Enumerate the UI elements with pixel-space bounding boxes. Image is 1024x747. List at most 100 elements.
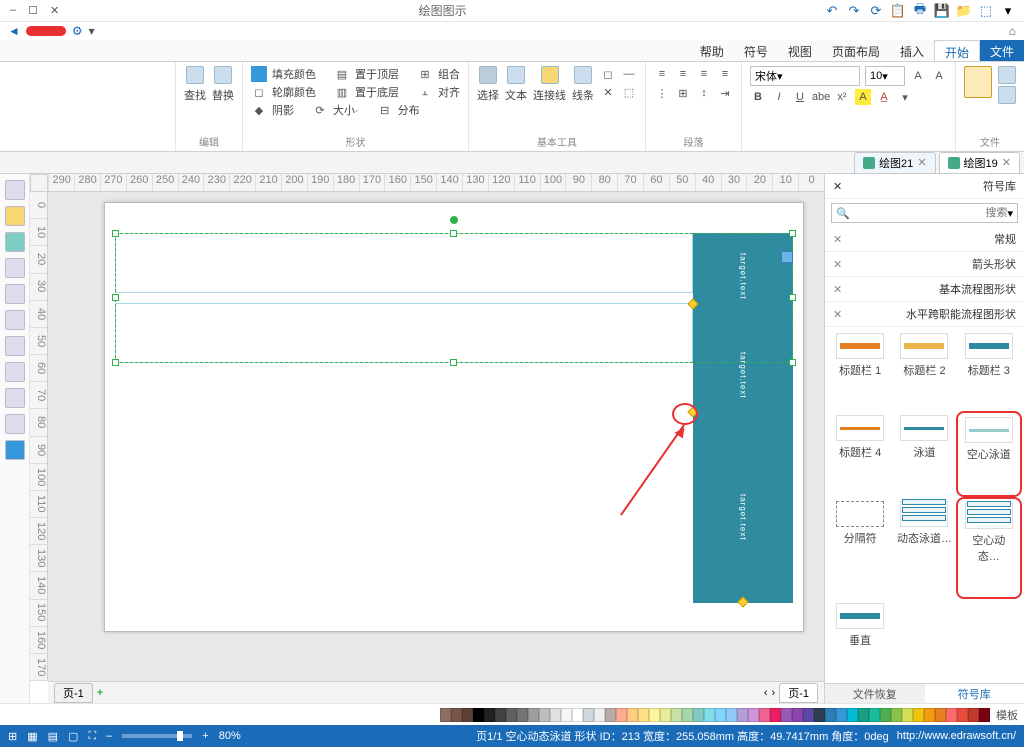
indent[interactable]: ⇥ xyxy=(717,85,733,101)
color-swatch[interactable] xyxy=(759,708,770,722)
color-swatch[interactable] xyxy=(792,708,803,722)
qat-refresh[interactable]: ⟳ xyxy=(868,3,884,19)
handle-tm[interactable] xyxy=(450,230,457,237)
shape-item[interactable]: 标题栏 1 xyxy=(831,333,889,407)
color-swatch[interactable] xyxy=(913,708,924,722)
dropdown-icon[interactable]: ▾ xyxy=(89,24,95,38)
align-l[interactable]: ≡ xyxy=(654,66,670,82)
color-swatch[interactable] xyxy=(770,708,781,722)
color-swatch[interactable] xyxy=(858,708,869,722)
shape2[interactable]: — xyxy=(621,66,637,82)
tool-1[interactable] xyxy=(5,180,25,200)
color-swatch[interactable] xyxy=(561,708,572,722)
fill-icon[interactable] xyxy=(251,66,267,82)
shape4[interactable]: ⬚ xyxy=(621,84,637,100)
tab-symbol[interactable]: 符号 xyxy=(734,40,778,61)
qat-copy[interactable]: 📋 xyxy=(890,3,906,19)
shape-item[interactable]: 泳道 xyxy=(895,415,953,493)
bold-button[interactable]: B xyxy=(750,89,766,105)
color-swatch[interactable] xyxy=(748,708,759,722)
doctab-1[interactable]: 绘图19✕ xyxy=(939,152,1020,174)
strike-button[interactable]: abe xyxy=(813,89,829,105)
color-swatch[interactable] xyxy=(605,708,616,722)
cat-close[interactable]: ✕ xyxy=(833,308,842,321)
color-swatch[interactable] xyxy=(550,708,561,722)
copy-icon[interactable] xyxy=(998,86,1016,104)
line-tool-icon[interactable] xyxy=(574,66,592,84)
shape-item[interactable]: 分隔符 xyxy=(831,501,889,595)
color-swatch[interactable] xyxy=(649,708,660,722)
pagetab-nav-r[interactable]: › xyxy=(772,687,776,699)
color-swatch[interactable] xyxy=(902,708,913,722)
qat-undo[interactable]: ↶ xyxy=(824,3,840,19)
grow-font[interactable]: A xyxy=(910,68,926,84)
back-icon[interactable]: ▥ xyxy=(334,84,350,100)
color-swatch[interactable] xyxy=(638,708,649,722)
zoom-out[interactable]: – xyxy=(106,730,112,742)
doctab-2[interactable]: 绘图21✕ xyxy=(854,152,935,174)
color-swatch[interactable] xyxy=(671,708,682,722)
tool-7[interactable] xyxy=(5,336,25,356)
color-swatch[interactable] xyxy=(660,708,671,722)
tab-file[interactable]: 文件 xyxy=(980,40,1024,61)
color-swatch[interactable] xyxy=(517,708,528,722)
color-swatch[interactable] xyxy=(715,708,726,722)
qat-more[interactable]: ▾ xyxy=(1000,3,1016,19)
close-panel-icon[interactable]: ✕ xyxy=(833,180,842,193)
color-swatch[interactable] xyxy=(495,708,506,722)
line-sp[interactable]: ↕ xyxy=(696,85,712,101)
qat-print[interactable]: 🖶 xyxy=(912,3,928,19)
align-r[interactable]: ≡ xyxy=(696,66,712,82)
close-doc-icon[interactable]: ✕ xyxy=(917,156,926,169)
replace-icon[interactable] xyxy=(214,66,232,84)
color-swatch[interactable] xyxy=(462,708,473,722)
italic-button[interactable]: I xyxy=(771,89,787,105)
search-input[interactable] xyxy=(850,207,1008,219)
find-icon[interactable] xyxy=(186,66,204,84)
qat-new[interactable]: ⬚ xyxy=(978,3,994,19)
tool-4[interactable] xyxy=(5,258,25,278)
color-swatch[interactable] xyxy=(583,708,594,722)
status-views[interactable]: ▦ xyxy=(27,730,37,743)
tab-home[interactable]: 开始 xyxy=(934,40,980,61)
minimize-button[interactable]: ‒ xyxy=(10,4,16,17)
qat-save[interactable]: 💾 xyxy=(934,3,950,19)
size-icon[interactable]: ⟳ xyxy=(312,102,328,118)
close-button[interactable]: ✕ xyxy=(50,4,59,17)
shape-item[interactable]: 标题栏 3 xyxy=(960,333,1018,407)
tab-symbollib[interactable]: 符号库 xyxy=(925,684,1024,703)
color-swatch[interactable] xyxy=(957,708,968,722)
connector-tool-icon[interactable] xyxy=(541,66,559,84)
tool-5[interactable] xyxy=(5,284,25,304)
shape-item[interactable]: 垂直 xyxy=(831,603,889,677)
tool-6[interactable] xyxy=(5,310,25,330)
color-swatch[interactable] xyxy=(594,708,605,722)
cat-close[interactable]: ✕ xyxy=(833,283,842,296)
shadow-icon[interactable]: ◆ xyxy=(251,102,267,118)
handle-ml[interactable] xyxy=(112,294,119,301)
color-swatch[interactable] xyxy=(880,708,891,722)
color-swatch[interactable] xyxy=(935,708,946,722)
color-swatch[interactable] xyxy=(814,708,825,722)
page-tab-1[interactable]: 页-1 xyxy=(779,683,818,703)
color-swatch[interactable] xyxy=(572,708,583,722)
cat-2[interactable]: ✕箭头形状 xyxy=(825,252,1024,277)
maximize-button[interactable]: ☐ xyxy=(28,4,38,17)
selection-box[interactable] xyxy=(115,233,793,363)
handle-mr[interactable] xyxy=(789,294,796,301)
status-views3[interactable]: ▢ xyxy=(68,730,78,743)
color-swatch[interactable] xyxy=(781,708,792,722)
handle-tl[interactable] xyxy=(112,230,119,237)
handle-tr[interactable] xyxy=(789,230,796,237)
color-swatch[interactable] xyxy=(440,708,451,722)
underline-button[interactable]: U xyxy=(792,89,808,105)
cat-4[interactable]: ✕水平跨职能流程图形状 xyxy=(825,302,1024,327)
color-swatch[interactable] xyxy=(979,708,990,722)
font-family-select[interactable]: 宋体▾ xyxy=(750,66,860,86)
color-swatch[interactable] xyxy=(682,708,693,722)
cut-icon[interactable] xyxy=(998,66,1016,84)
color-swatch[interactable] xyxy=(891,708,902,722)
color-swatch[interactable] xyxy=(616,708,627,722)
zoom-knob[interactable] xyxy=(177,731,183,741)
tab-filerestore[interactable]: 文件恢复 xyxy=(825,684,925,703)
